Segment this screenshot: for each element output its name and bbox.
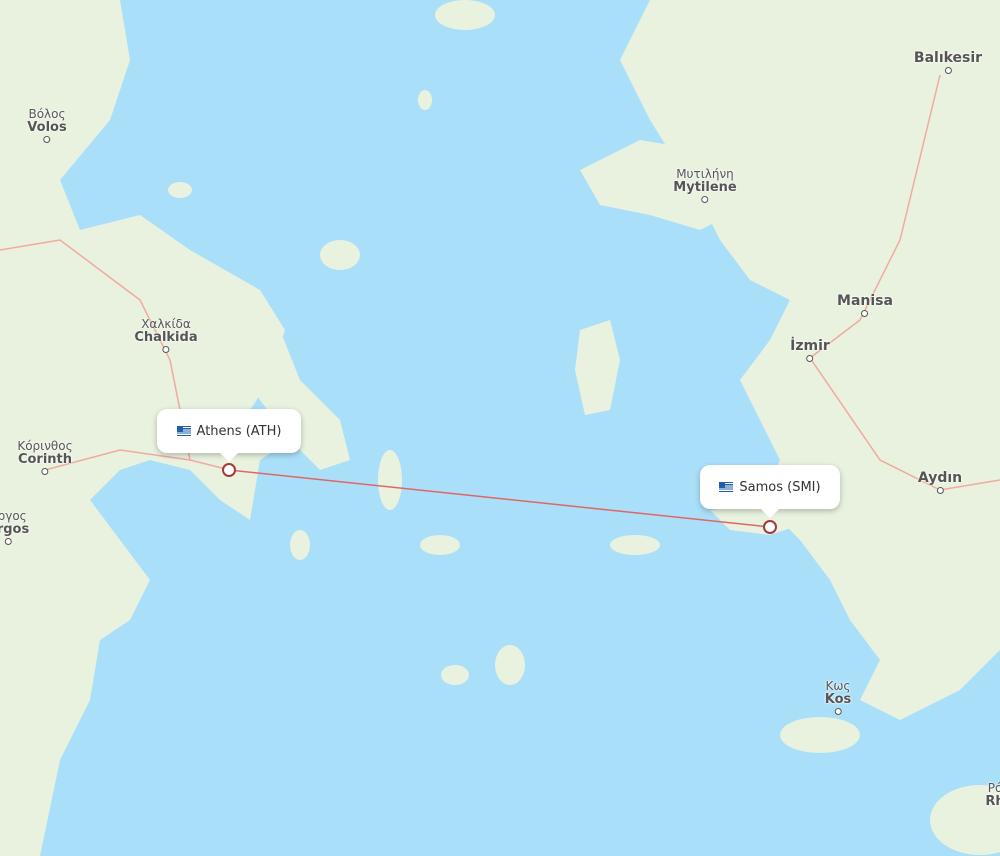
city-dot <box>43 136 51 143</box>
city-label-mytilene: Μυτιλήνη Mytilene <box>673 168 737 203</box>
land-island <box>320 240 360 270</box>
land-chios <box>575 320 620 415</box>
city-label-corinth: Κόρινθος Corinth <box>17 440 73 475</box>
land-island <box>418 90 432 110</box>
city-dot <box>834 708 842 715</box>
land-island <box>780 717 860 753</box>
city-label-balikesir: Balıkesir <box>914 51 982 74</box>
land-island <box>378 450 402 510</box>
city-dot <box>806 355 814 362</box>
destination-airport-callout[interactable]: Samos (SMI) <box>700 465 840 518</box>
origin-airport-label: Athens (ATH) <box>196 423 282 439</box>
map-base-layer <box>0 0 1000 856</box>
city-label-aydin: Aydın <box>918 471 962 494</box>
land-island <box>420 535 460 555</box>
city-label-izmir: İzmir <box>790 339 830 362</box>
city-dot <box>944 67 952 74</box>
city-label-chalkida: Χαλκίδα Chalkida <box>134 318 198 353</box>
city-label-argos: ΆργοςArgos <box>0 510 29 545</box>
greece-flag-icon <box>176 426 191 436</box>
city-label-manisa: Manisa <box>837 294 893 317</box>
destination-pin-icon[interactable] <box>763 520 777 534</box>
city-dot <box>41 468 49 475</box>
origin-airport-callout[interactable]: Athens (ATH) <box>157 409 301 462</box>
greece-flag-icon <box>719 482 734 492</box>
land-island <box>610 535 660 555</box>
land-island <box>290 530 310 560</box>
route-map[interactable]: Βόλος Volos Χαλκίδα Chalkida Κόρινθος Corin… <box>0 0 1000 856</box>
land-island <box>441 665 469 685</box>
city-label-kos: Κως Kos <box>825 680 851 715</box>
city-dot <box>162 346 170 353</box>
city-label-volos: Βόλος Volos <box>27 108 67 143</box>
origin-pin-icon[interactable] <box>222 463 236 477</box>
land-island <box>495 645 525 685</box>
destination-airport-label: Samos (SMI) <box>739 479 821 495</box>
flight-route-line <box>228 469 771 528</box>
city-label-rhodes: ΡόRh <box>985 781 1000 809</box>
land-island <box>435 0 495 30</box>
city-dot <box>701 196 709 203</box>
city-dot <box>4 538 12 545</box>
city-dot <box>936 487 944 494</box>
city-dot <box>861 310 869 317</box>
land-island <box>168 182 192 198</box>
